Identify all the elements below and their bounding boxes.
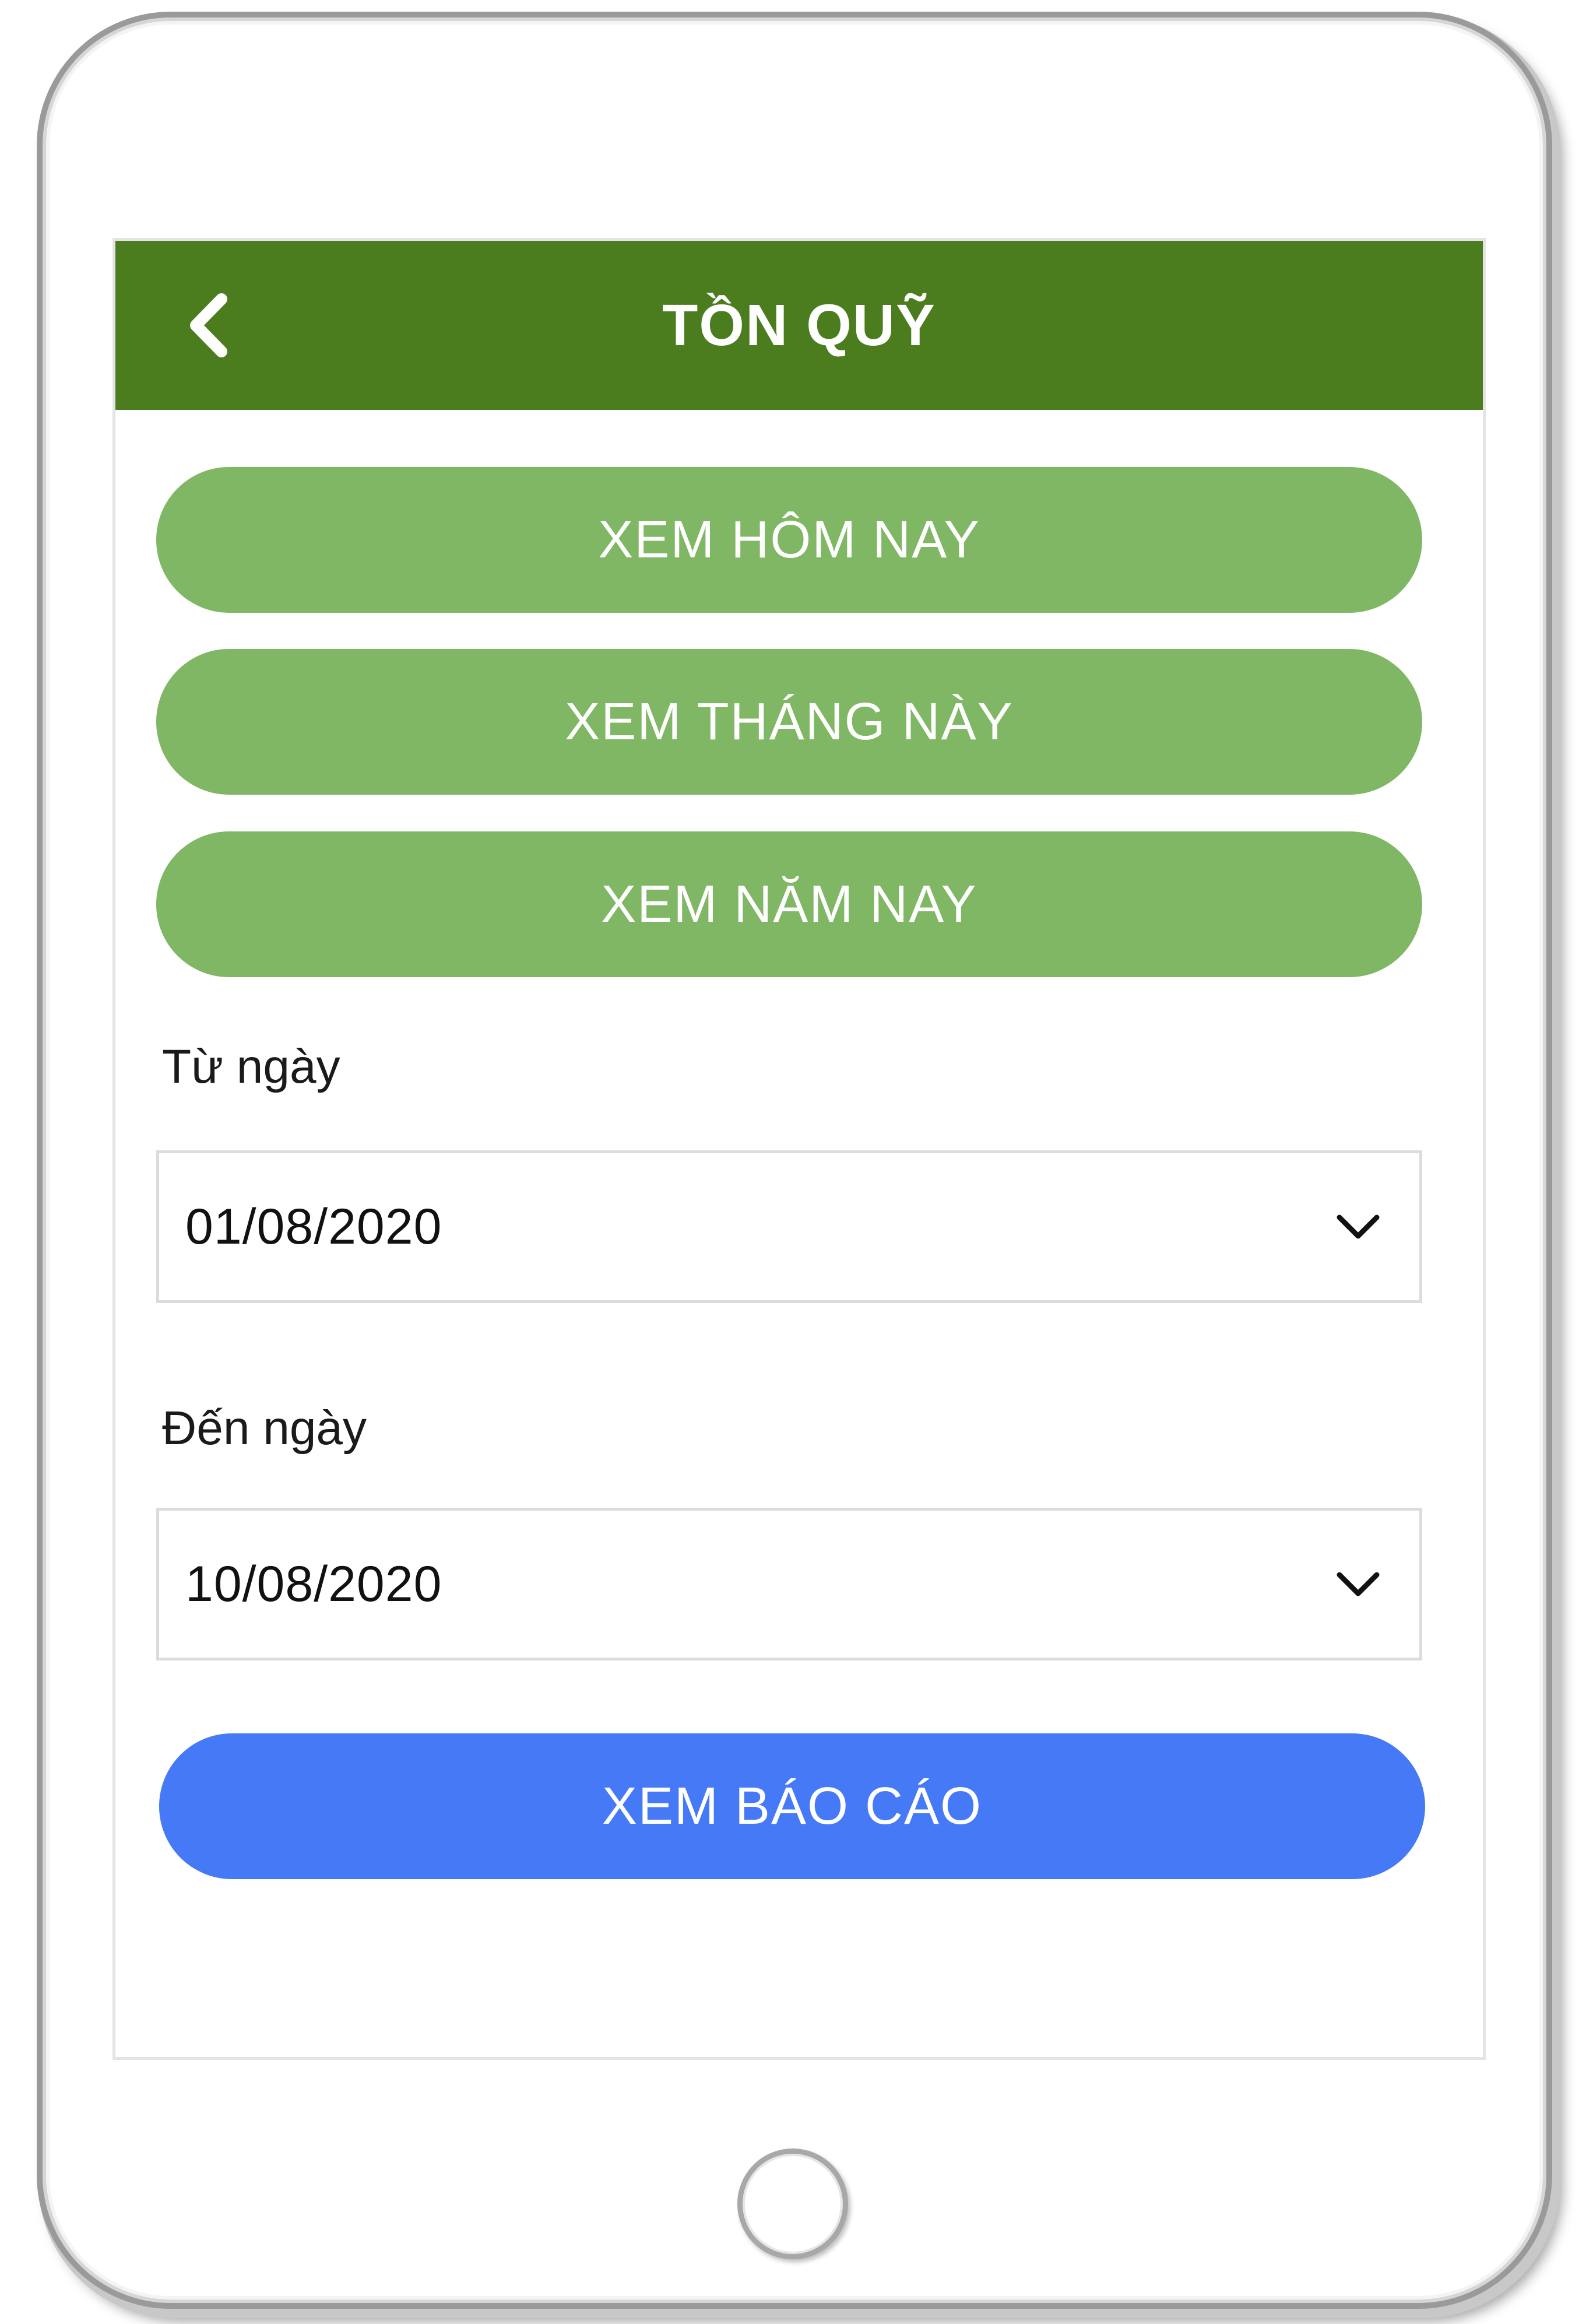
view-report-button[interactable]: XEM BÁO CÁO — [159, 1733, 1425, 1879]
chevron-down-icon — [1337, 1214, 1380, 1239]
to-date-label: Đến ngày — [162, 1402, 367, 1455]
chevron-down-icon — [1337, 1572, 1380, 1596]
view-this-year-button[interactable]: XEM NĂM NAY — [156, 831, 1422, 977]
from-date-label: Từ ngày — [162, 1040, 340, 1093]
view-today-button[interactable]: XEM HÔM NAY — [156, 467, 1422, 613]
app-header: TỒN QUỸ — [115, 241, 1483, 410]
from-date-value: 01/08/2020 — [185, 1199, 442, 1255]
app-screen: TỒN QUỸ XEM HÔM NAY XEM THÁNG NÀY XEM NĂ… — [112, 238, 1486, 2060]
page-title: TỒN QUỸ — [662, 293, 936, 358]
to-date-value: 10/08/2020 — [185, 1556, 442, 1612]
to-date-select[interactable]: 10/08/2020 — [156, 1508, 1422, 1660]
view-this-month-button[interactable]: XEM THÁNG NÀY — [156, 649, 1422, 795]
from-date-select[interactable]: 01/08/2020 — [156, 1150, 1422, 1303]
home-button[interactable] — [737, 2149, 848, 2259]
